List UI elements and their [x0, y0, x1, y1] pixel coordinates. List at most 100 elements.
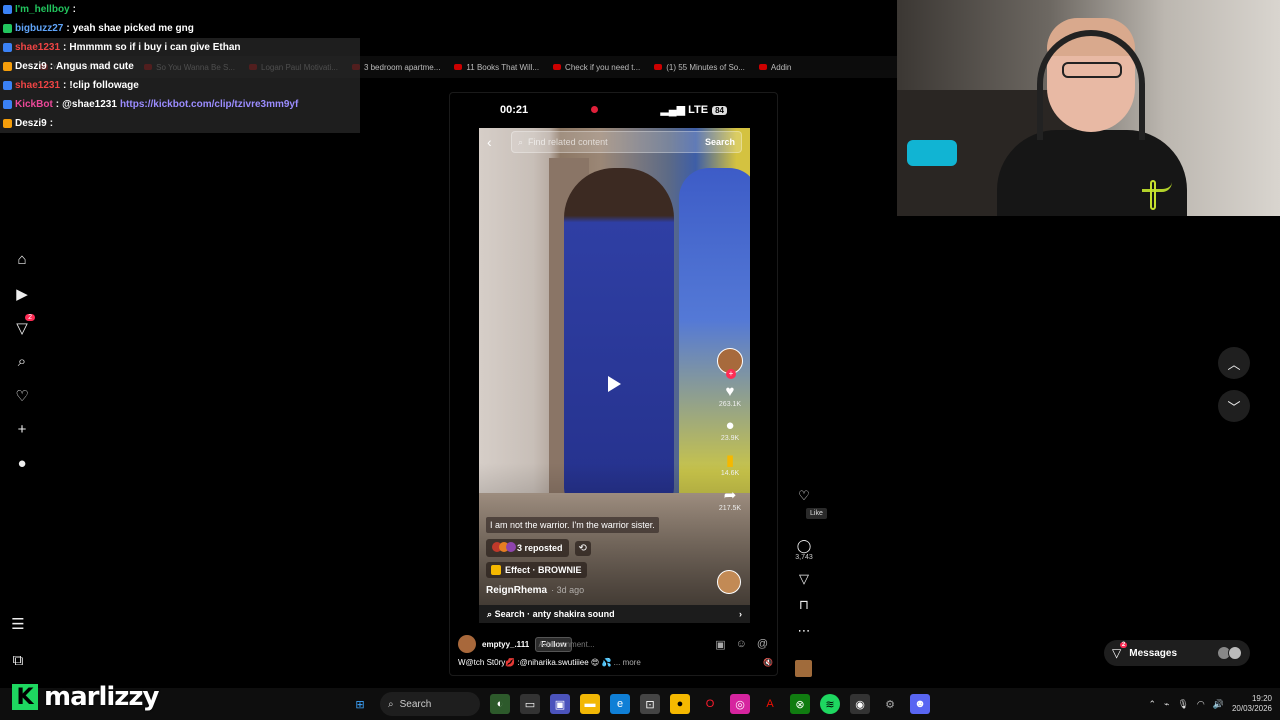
kick-logo-icon: K [12, 684, 38, 710]
chevron-up-icon[interactable]: ⌃ [1148, 699, 1156, 710]
bookmark-item[interactable]: 11 Books That Will... [454, 63, 539, 72]
bookmark-item[interactable]: (1) 55 Minutes of So... [654, 63, 745, 72]
heart-icon[interactable]: ♡ [12, 386, 32, 405]
comment-button[interactable]: ◯ 3,743 [795, 538, 813, 561]
following-icon[interactable]: ▶ [12, 284, 32, 303]
repost-row: 3 reposted ⟲ [486, 539, 591, 557]
status-bar: 00:21 ▂▄▆ LTE 84 [500, 103, 727, 116]
bookmark-item[interactable]: 3 bedroom apartme... [351, 63, 440, 72]
follow-plus-icon[interactable]: + [726, 369, 736, 379]
bookmark-icon [654, 64, 663, 70]
video-save[interactable]: ▮ 14.6K [721, 451, 739, 477]
chat-username[interactable]: I'm_hellboy [15, 4, 70, 15]
edge-icon[interactable]: e [610, 694, 630, 714]
previous-video-button[interactable]: ︿ [1218, 347, 1250, 379]
bookmark-icon [758, 64, 767, 70]
messages-label: Messages [1129, 647, 1178, 659]
related-search-input[interactable]: ⌕ Find related content Search [511, 131, 742, 153]
mic-icon[interactable]: 🎙 [1177, 699, 1188, 710]
mention-icon[interactable]: @ [757, 638, 768, 651]
xbox-icon[interactable]: ⊗ [790, 694, 810, 714]
video-like[interactable]: ♥ 263.1K [719, 383, 741, 408]
effect-tag[interactable]: Effect · BROWNIE [486, 562, 587, 578]
next-video-button[interactable]: ﹀ [1218, 390, 1250, 422]
back-icon[interactable]: ‹ [487, 134, 505, 150]
chat-username[interactable]: bigbuzz27 [15, 23, 63, 34]
windows-start-icon[interactable]: ⊞ [350, 694, 370, 714]
reposted-badge[interactable]: 3 reposted [486, 539, 569, 557]
more-button[interactable]: ⋯ [798, 623, 811, 639]
menu-icon[interactable]: ☰ [8, 614, 28, 633]
comment-input[interactable]: Add comment... [538, 640, 594, 649]
apps-icon[interactable]: ⧉ [8, 651, 28, 670]
image-icon[interactable]: ▣ [715, 638, 725, 651]
chat-text: !clip followage [69, 80, 139, 91]
like-tooltip: Like [806, 508, 827, 519]
play-icon[interactable] [608, 376, 621, 392]
chat-username[interactable]: shae1231 [15, 42, 60, 53]
comment-icon: ● [725, 417, 735, 434]
acrobat-icon[interactable]: A [760, 694, 780, 714]
notification-badge: 2 [25, 314, 35, 321]
commenter-avatar[interactable] [458, 635, 476, 653]
taskbar-search[interactable]: ⌕ Search [380, 692, 480, 716]
inbox-icon[interactable]: ▽ 2 [12, 314, 35, 337]
instagram-icon[interactable]: ◎ [730, 694, 750, 714]
search-sound-bar[interactable]: ⌕ Search · anty shakira sound › [479, 605, 750, 623]
video-author[interactable]: ReignRhema · 3d ago [486, 585, 584, 596]
chat-message: KickBot : @shae1231 https://kickbot.com/c… [0, 95, 360, 114]
chat-username[interactable]: Deszi9 [15, 61, 47, 72]
spotify-icon[interactable]: ≋ [820, 694, 840, 714]
bookmark-item[interactable]: Addin [758, 63, 791, 72]
messages-icon: ▽ 2 [1112, 642, 1128, 660]
chat-text: @shae1231 [62, 99, 117, 110]
sound-avatar[interactable] [717, 570, 741, 594]
chat-message: Deszi9 : Angus mad cute [0, 57, 360, 76]
chat-badge-icon [3, 119, 12, 128]
streamer-name: marlizzy [44, 682, 159, 712]
volume-icon[interactable]: 🔊 [1213, 699, 1224, 710]
mute-icon[interactable]: 🔇 [763, 658, 773, 667]
chat-link[interactable]: https://kickbot.com/clip/tzivre3mm9yf [120, 99, 298, 110]
messages-button[interactable]: ▽ 2 Messages [1104, 640, 1250, 666]
chat-username[interactable]: KickBot [15, 99, 53, 110]
store-icon[interactable]: ⊡ [640, 694, 660, 714]
wifi-icon[interactable]: ◠ [1197, 699, 1205, 710]
repost-icon[interactable]: ⟲ [574, 540, 591, 556]
profile-icon[interactable]: ● [12, 454, 32, 473]
discord-icon[interactable]: ☻ [910, 694, 930, 714]
chrome-icon[interactable]: ◉ [850, 694, 870, 714]
teams-icon[interactable]: ▣ [550, 694, 570, 714]
file-explorer-icon[interactable]: ▬ [580, 694, 600, 714]
video-share[interactable]: ➦ 217.5K [719, 486, 741, 512]
save-button[interactable]: ⊓ [799, 597, 809, 613]
more-link[interactable]: ... more [614, 658, 641, 667]
related-search-bar: ‹ ⌕ Find related content Search [479, 128, 750, 156]
task-view-icon[interactable]: ▭ [520, 694, 540, 714]
video-subject [564, 168, 674, 508]
add-icon[interactable]: + [12, 420, 32, 439]
clock[interactable]: 19:20 20/03/2026 [1232, 694, 1272, 714]
more-icon: ⋯ [797, 623, 811, 638]
share-button[interactable]: ▽ [799, 571, 809, 587]
creator-avatar[interactable]: + [717, 348, 743, 379]
emoji-icon[interactable]: ☺ [736, 638, 747, 651]
home-icon[interactable]: ⌂ [12, 250, 32, 269]
comment-icon: ◯ [796, 538, 812, 553]
chat-message: I'm_hellboy : [0, 0, 360, 19]
related-search-button[interactable]: Search [705, 137, 735, 147]
network-icon[interactable]: ⌁ [1164, 699, 1169, 710]
chat-username[interactable]: Deszi9 [15, 118, 47, 129]
settings-icon[interactable]: ⚙ [880, 694, 900, 714]
search-icon[interactable]: ⌕ [12, 352, 32, 371]
widgets-icon[interactable]: ◐ [490, 694, 510, 714]
norton-icon[interactable]: ● [670, 694, 690, 714]
chat-username[interactable]: shae1231 [15, 80, 60, 91]
search-icon: ⌕ [487, 608, 493, 619]
music-avatar[interactable] [795, 660, 812, 677]
bookmark-item[interactable]: Check if you need t... [553, 63, 640, 72]
opera-icon[interactable]: O [700, 694, 720, 714]
video-comment[interactable]: ● 23.9K [721, 417, 739, 442]
commenter-name[interactable]: emptyy_.111 [482, 640, 529, 649]
like-button[interactable]: ♡ [798, 488, 810, 504]
